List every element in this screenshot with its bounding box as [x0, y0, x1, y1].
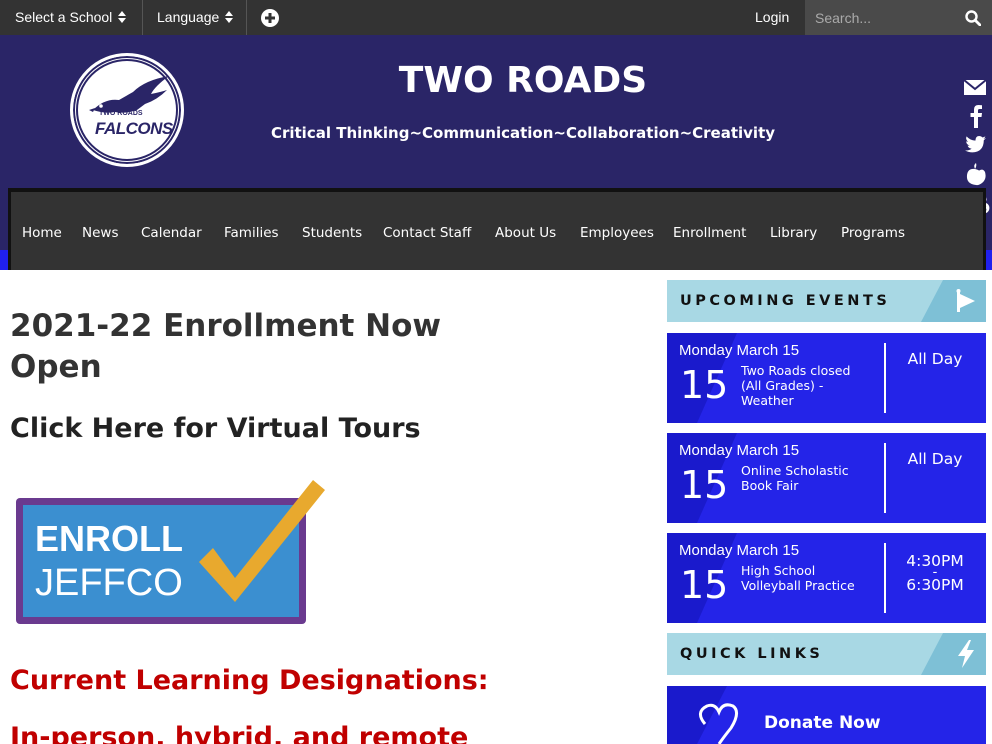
event-time: All Day — [907, 350, 963, 368]
plus-circle-icon — [261, 9, 279, 27]
virtual-tours-link[interactable]: Click Here for Virtual Tours — [10, 409, 421, 449]
search-input[interactable] — [815, 6, 955, 29]
event-day: 15 — [680, 463, 729, 507]
enroll-logo-line1: ENROLL — [35, 518, 183, 559]
main-navigation: Home News Calendar Families Students Con… — [8, 188, 986, 270]
lightning-icon — [958, 640, 974, 668]
event-card[interactable]: Monday March 15 15 Two Roads closed (All… — [667, 333, 986, 423]
event-card[interactable]: Monday March 15 15 Online Scholastic Boo… — [667, 433, 986, 523]
select-school-label: Select a School — [15, 9, 113, 25]
heart-icon — [699, 703, 738, 744]
divider — [246, 0, 247, 35]
learning-designations-subheading: In-person, hybrid, and remote — [10, 722, 469, 744]
add-shortcut-button[interactable] — [261, 9, 279, 27]
event-time: 4:30PM - 6:30PM — [889, 553, 981, 593]
event-time: All Day — [907, 450, 963, 468]
sort-caret-icon — [225, 11, 234, 23]
event-divider — [884, 343, 886, 413]
nav-item-students[interactable]: Students — [302, 223, 362, 243]
peachjar-icon[interactable] — [962, 162, 990, 186]
event-date: Monday March 15 — [679, 342, 800, 359]
quick-links-header[interactable]: QUICK LINKS — [667, 633, 986, 675]
event-day: 15 — [680, 563, 729, 607]
sort-caret-icon — [118, 11, 127, 23]
donate-now-link[interactable]: Donate Now — [667, 686, 986, 744]
event-day: 15 — [680, 363, 729, 407]
login-link[interactable]: Login — [755, 0, 789, 35]
flag-icon — [956, 289, 975, 312]
search-box — [805, 0, 992, 35]
nav-item-library[interactable]: Library — [770, 223, 817, 243]
utility-bar: Select a School Language Login — [0, 0, 992, 35]
nav-item-programs[interactable]: Programs — [841, 223, 905, 243]
school-tagline: Critical Thinking~Communication~Collabor… — [270, 124, 776, 142]
donate-now-label: Donate Now — [764, 713, 881, 733]
divider — [142, 0, 143, 35]
email-icon[interactable] — [962, 75, 990, 99]
logo-text-top: TWO ROADS — [99, 110, 143, 117]
nav-item-employees[interactable]: Employees — [580, 223, 654, 243]
nav-item-about-us[interactable]: About Us — [495, 223, 556, 243]
twitter-icon[interactable] — [962, 133, 990, 157]
language-dropdown[interactable]: Language — [157, 0, 234, 35]
search-icon[interactable] — [965, 10, 981, 26]
upcoming-events-header[interactable]: UPCOMING EVENTS — [667, 280, 986, 322]
event-title: Two Roads closed (All Grades) - Weather — [741, 363, 851, 408]
event-divider — [884, 543, 886, 613]
nav-item-calendar[interactable]: Calendar — [141, 223, 202, 243]
nav-item-news[interactable]: News — [82, 223, 118, 243]
enrollment-heading: 2021-22 Enrollment Now Open — [10, 308, 442, 385]
nav-item-enrollment[interactable]: Enrollment — [673, 223, 746, 243]
facebook-icon[interactable] — [962, 104, 990, 128]
learning-designations-heading: Current Learning Designations: — [10, 665, 489, 696]
nav-item-families[interactable]: Families — [224, 223, 279, 243]
event-date: Monday March 15 — [679, 542, 800, 559]
upcoming-events-title: UPCOMING EVENTS — [680, 293, 891, 309]
nav-item-contact-staff[interactable]: Contact Staff — [383, 223, 471, 243]
school-name[interactable]: TWO ROADS — [0, 60, 992, 101]
nav-item-home[interactable]: Home — [22, 223, 62, 243]
language-label: Language — [157, 9, 220, 25]
event-time-end: 6:30PM — [906, 576, 964, 594]
event-title: High School Volleyball Practice — [741, 563, 855, 593]
event-date: Monday March 15 — [679, 442, 800, 459]
event-card[interactable]: Monday March 15 15 High School Volleybal… — [667, 533, 986, 623]
quick-links-title: QUICK LINKS — [680, 646, 824, 662]
enroll-logo-line2: JEFFCO — [35, 562, 183, 604]
event-title: Online Scholastic Book Fair — [741, 463, 849, 493]
select-school-dropdown[interactable]: Select a School — [15, 0, 127, 35]
enroll-jeffco-logo: ENROLL JEFFCO — [16, 480, 325, 624]
enroll-jeffco-banner[interactable]: ENROLL JEFFCO — [13, 478, 333, 628]
event-divider — [884, 443, 886, 513]
